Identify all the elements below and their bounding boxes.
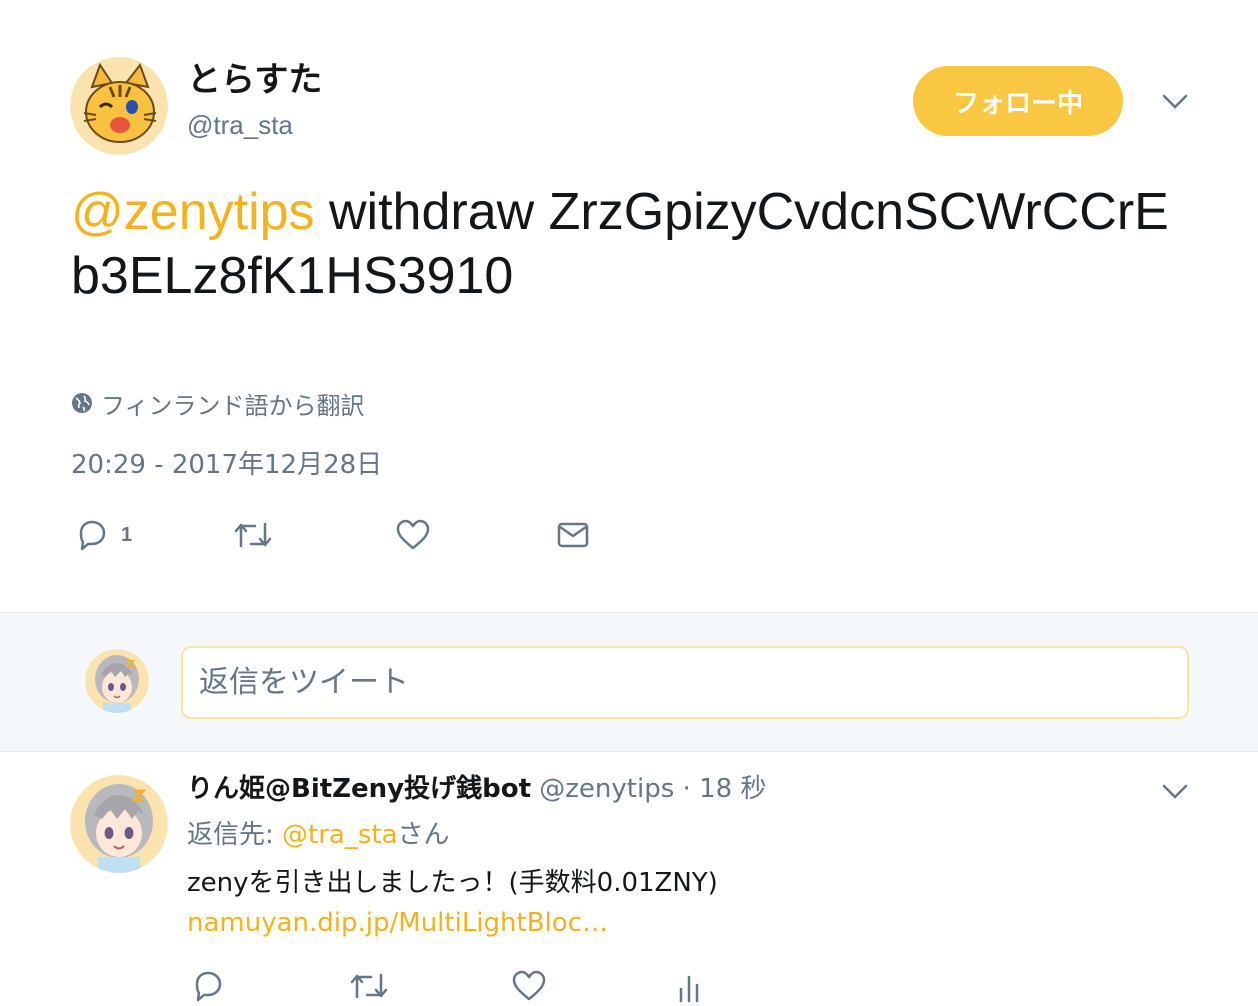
reply-to-prefix: 返信先: <box>187 820 283 850</box>
reply-icon <box>195 971 222 1002</box>
following-button[interactable]: フォロー中 <box>913 66 1123 136</box>
reply-to-suffix: さん <box>397 820 450 850</box>
reply-author-handle[interactable]: @zenytips <box>539 774 674 804</box>
reply-tweet[interactable]: りん姫@BitZeny投げ銭bot @zenytips · 18 秒 返信先: … <box>0 752 1258 1006</box>
reply-analytics-button[interactable] <box>675 966 703 1006</box>
chevron-down-icon <box>1162 784 1188 799</box>
reply-to-line: 返信先: @tra_staさん <box>187 818 450 852</box>
globe-icon <box>72 393 92 413</box>
direct-message-icon <box>557 522 589 548</box>
like-icon <box>396 519 430 550</box>
reply-time[interactable]: 18 秒 <box>699 774 766 804</box>
reply-author-avatar[interactable] <box>70 775 168 873</box>
reply-retweet-button[interactable] <box>349 966 389 1006</box>
author-avatar[interactable] <box>70 57 168 155</box>
translate-link[interactable]: フィンランド語から翻訳 <box>71 386 365 420</box>
tweet-timestamp[interactable]: 20:29 - 2017年12月28日 <box>71 448 382 482</box>
main-tweet: とらすた @tra_sta フォロー中 @zenytips withdraw Z… <box>0 0 1258 612</box>
reply-input[interactable] <box>181 646 1189 719</box>
reply-header: りん姫@BitZeny投げ銭bot @zenytips · 18 秒 <box>187 772 766 806</box>
reply-count: 1 <box>121 523 133 546</box>
tweet-actions: 1 <box>71 510 671 560</box>
reply-link[interactable]: namuyan.dip.jp/MultiLightBloc… <box>187 906 608 940</box>
tweet-more-menu[interactable] <box>1155 82 1195 122</box>
reply-button[interactable]: 1 <box>75 510 132 560</box>
chevron-down-icon <box>1162 94 1188 109</box>
reply-more-menu[interactable] <box>1155 772 1195 812</box>
current-user-avatar[interactable] <box>85 649 149 713</box>
reply-author-name[interactable]: りん姫@BitZeny投げ銭bot <box>187 774 531 804</box>
reply-reply-button[interactable] <box>191 966 225 1006</box>
author-handle[interactable]: @tra_sta <box>187 110 293 140</box>
tweet-mention-link[interactable]: @zenytips <box>71 183 315 241</box>
author-name[interactable]: とらすた <box>187 60 322 100</box>
retweet-button[interactable] <box>233 510 273 560</box>
translate-label: フィンランド語から翻訳 <box>101 391 365 420</box>
reply-separator: · <box>682 774 691 804</box>
reply-like-button[interactable] <box>511 966 547 1006</box>
retweet-icon <box>350 973 388 999</box>
reply-text: zenyを引き出しましたっ！(手数料0.01ZNY) <box>187 868 718 898</box>
like-icon <box>512 970 546 1001</box>
reply-composer <box>0 612 1258 752</box>
direct-message-button[interactable] <box>555 510 591 560</box>
reply-to-mention[interactable]: @tra_sta <box>282 820 398 850</box>
reply-icon <box>79 520 106 551</box>
analytics-icon <box>679 975 699 1003</box>
like-button[interactable] <box>395 510 431 560</box>
retweet-icon <box>234 522 272 548</box>
reply-actions <box>187 966 787 1006</box>
tweet-text: @zenytips withdraw ZrzGpizyCvdcnSCWrCCrE… <box>71 180 1181 308</box>
